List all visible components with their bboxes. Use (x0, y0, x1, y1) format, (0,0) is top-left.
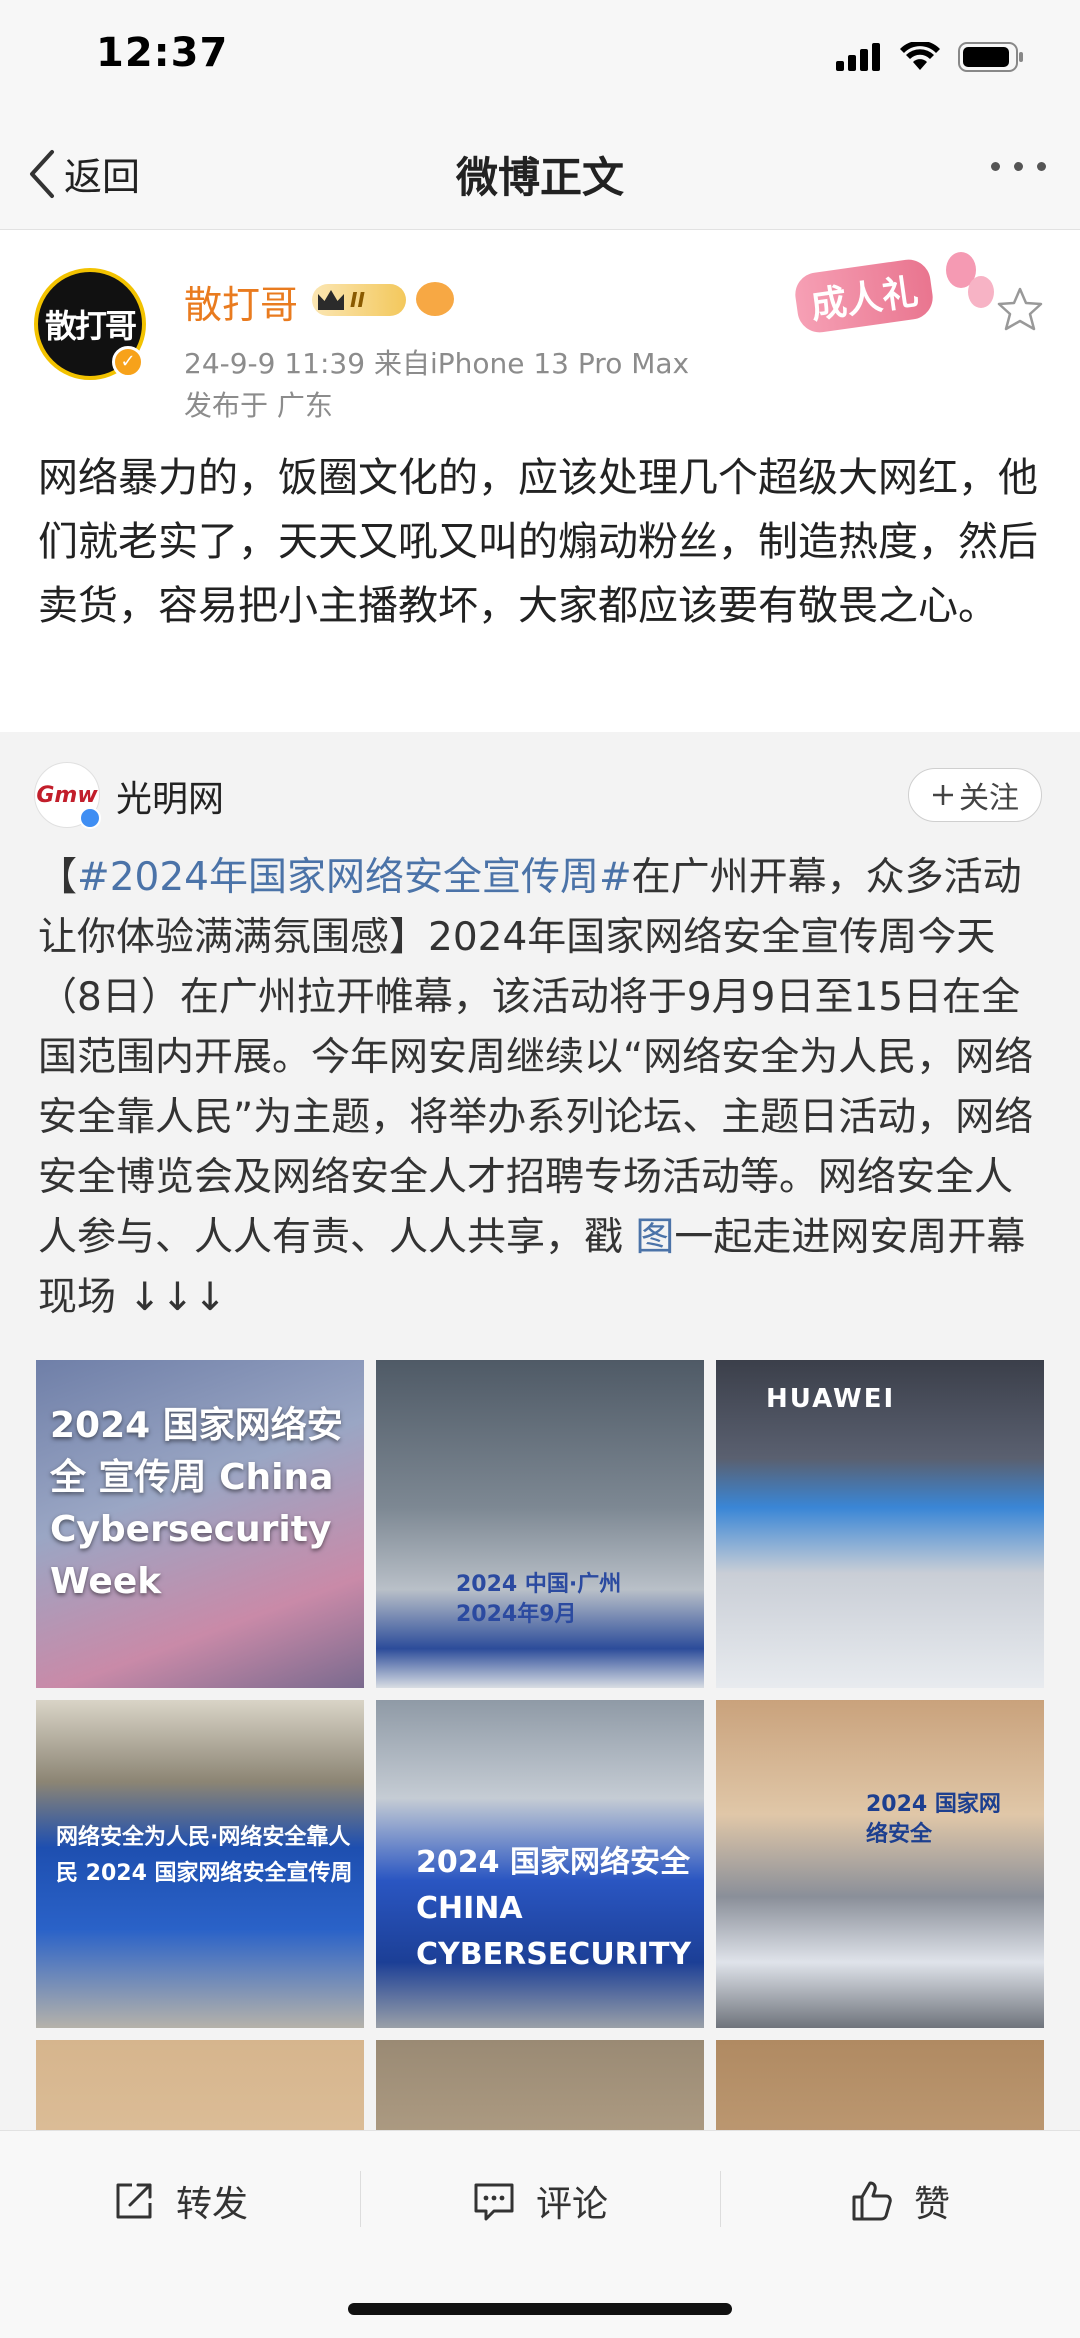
repost-button[interactable]: 转发 (112, 2175, 248, 2227)
photo-thumbnail[interactable]: 网络安全为人民·网络安全靠人民 2024 国家网络安全宣传周 (36, 1700, 364, 2028)
crown-icon (318, 290, 344, 310)
follow-button[interactable]: 关注 (908, 768, 1042, 822)
coming-of-age-badge[interactable]: 成人礼 (792, 252, 996, 336)
wifi-icon (900, 42, 940, 70)
like-button[interactable]: 赞 (850, 2175, 950, 2227)
image-link[interactable]: 图 (635, 1215, 674, 1260)
post-location: 发布于 广东 (184, 389, 333, 422)
balloon-icon (968, 276, 994, 308)
fan-badge-icon[interactable] (416, 282, 454, 316)
status-time: 12:37 (96, 30, 229, 76)
retweet-text: 【#2024年国家网络安全宣传周#在广州开幕，众多活动让你体验满满氛围感】202… (38, 848, 1048, 1328)
more-options-button[interactable] (991, 162, 1046, 171)
status-bar: 12:37 (0, 0, 1080, 118)
hashtag-link[interactable]: #2024年国家网络安全宣传周# (77, 855, 632, 900)
cellular-signal-icon (836, 43, 880, 71)
more-dot-icon (1037, 162, 1046, 171)
vip-level: II (350, 288, 365, 312)
photo-caption: 2024 国家网络安全 CHINA CYBERSECURITY (416, 1845, 692, 1972)
photo-caption: 2024 中国·广州 2024年9月 (456, 1572, 622, 1627)
photo-caption: 网络安全为人民·网络安全靠人民 2024 国家网络安全宣传周 (56, 1825, 353, 1886)
verified-badge-icon: ✓ (112, 346, 144, 378)
home-indicator[interactable] (348, 2303, 732, 2315)
more-dot-icon (991, 162, 1000, 171)
comment-icon (474, 2183, 514, 2221)
thumbs-up-icon (852, 2181, 892, 2221)
photo-thumbnail[interactable]: 2024 国家网络安全 宣传周 China Cybersecurity Week (36, 1360, 364, 1688)
avatar-text: Gmw (36, 782, 98, 808)
share-icon (116, 2183, 152, 2219)
vip-badge[interactable]: II (312, 284, 406, 316)
post-content: 网络暴力的，饭圈文化的，应该处理几个超级大网红，他们就老实了，天天又吼又叫的煽动… (38, 455, 1038, 629)
like-label: 赞 (914, 2184, 951, 2225)
photo-caption: 2024 国家网络安全 (866, 1792, 1001, 1847)
photo-caption: HUAWEI (766, 1384, 896, 1414)
retweet-author-avatar[interactable]: Gmw (34, 762, 101, 829)
photo-thumbnail[interactable]: 2024 国家网络安全 CHINA CYBERSECURITY (376, 1700, 704, 2028)
author-avatar[interactable]: 散打哥 ✓ (34, 268, 146, 380)
nav-bar: 返回 微博正文 (0, 118, 1080, 230)
retweet-card[interactable]: Gmw 光明网 关注 【#2024年国家网络安全宣传周#在广州开幕，众多活动让你… (0, 732, 1080, 2338)
photo-thumbnail[interactable]: 2024 国家网络安全 (716, 1700, 1044, 2028)
comment-label: 评论 (536, 2184, 609, 2225)
verified-badge-icon (79, 807, 101, 829)
post-time-source: 24-9-9 11:39 来自iPhone 13 Pro Max (184, 347, 690, 380)
plus-icon (933, 785, 953, 805)
bottom-toolbar: 转发 评论 赞 (0, 2130, 1080, 2338)
badge-label: 成人礼 (792, 256, 936, 336)
battery-icon (958, 42, 1023, 72)
retweet-body: 在广州开幕，众多活动让你体验满满氛围感】2024年国家网络安全宣传周今天（8日）… (38, 855, 1034, 1260)
page-title: 微博正文 (455, 153, 624, 202)
comment-button[interactable]: 评论 (472, 2175, 608, 2227)
author-name[interactable]: 散打哥 (184, 274, 298, 329)
status-icons (836, 42, 1024, 72)
text-bracket: 【 (38, 855, 78, 900)
toolbar-divider (360, 2171, 361, 2227)
follow-label: 关注 (959, 781, 1019, 816)
photo-caption: 2024 国家网络安全 宣传周 China Cybersecurity Week (50, 1405, 343, 1602)
favorite-star-icon[interactable] (996, 286, 1044, 332)
avatar-text: 散打哥 (44, 307, 137, 345)
more-dot-icon (1014, 162, 1023, 171)
repost-label: 转发 (176, 2184, 249, 2225)
photo-thumbnail[interactable]: HUAWEI (716, 1360, 1044, 1688)
retweet-author-name[interactable]: 光明网 (116, 770, 224, 822)
photo-thumbnail[interactable]: 2024 中国·广州 2024年9月 (376, 1360, 704, 1688)
toolbar-divider (720, 2171, 721, 2227)
